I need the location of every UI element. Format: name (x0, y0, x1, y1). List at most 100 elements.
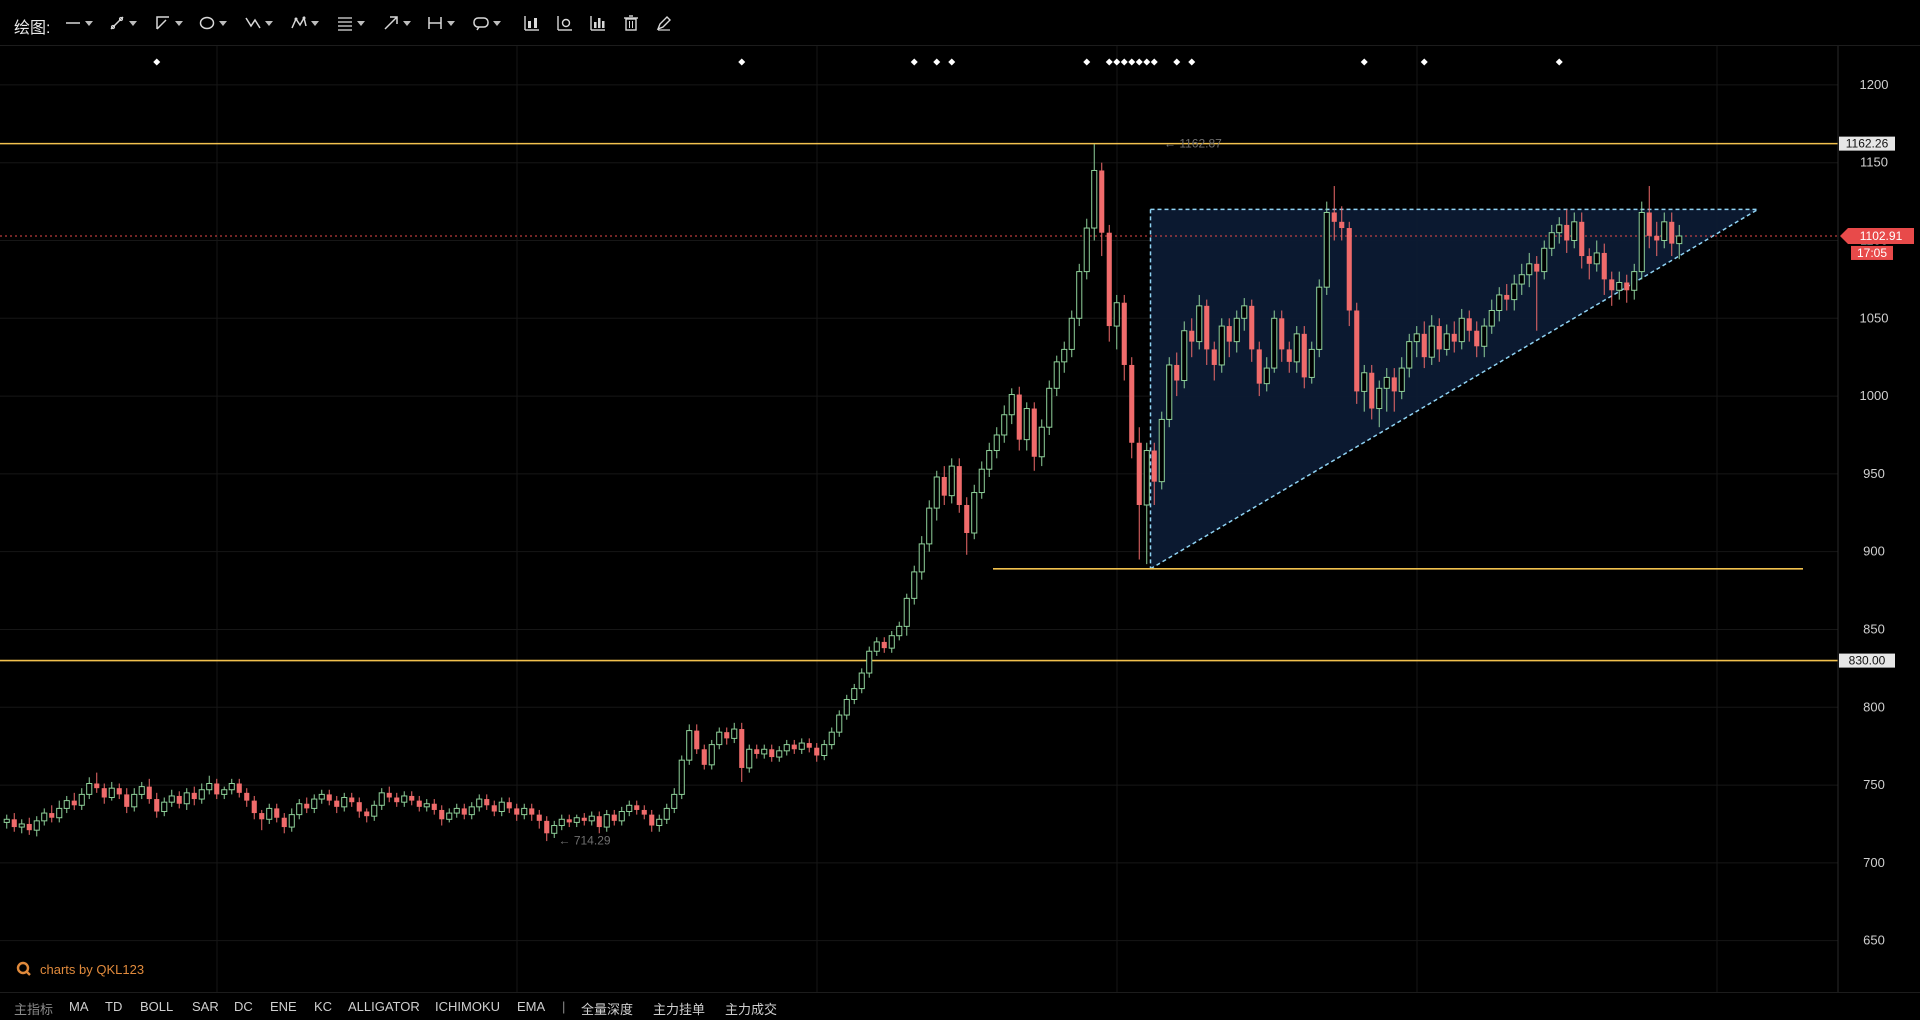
candle-body (116, 788, 122, 795)
indicator-ema[interactable]: EMA (517, 999, 545, 1014)
candle-body (288, 814, 295, 828)
candle-body (108, 787, 115, 799)
chart-settings-icon (557, 16, 572, 31)
full-depth-tab[interactable]: 全量深度 (581, 999, 633, 1018)
main-orders-tab[interactable]: 主力挂单 (653, 999, 705, 1018)
candle-body (311, 798, 318, 809)
candlestick-button[interactable] (523, 10, 541, 36)
candle-body (78, 793, 85, 806)
main-trades-tab[interactable]: 主力成交 (725, 999, 777, 1018)
candle-body (1166, 364, 1173, 420)
measure-tool[interactable] (426, 10, 455, 36)
indicator-alligator[interactable]: ALLIGATOR (348, 999, 420, 1014)
candle-body (791, 744, 797, 750)
price-chart[interactable]: 6507007508008509009501000105011001150120… (0, 46, 1920, 992)
chart-grid (0, 46, 1838, 992)
wave-tool[interactable] (244, 10, 273, 36)
candle-body (138, 786, 145, 795)
indicator-dc[interactable]: DC (234, 999, 253, 1014)
candle-body (1136, 442, 1142, 505)
event-marker (1128, 58, 1136, 66)
indicator-kc[interactable]: KC (314, 999, 332, 1014)
comment-tool[interactable] (472, 10, 501, 36)
candle-body (386, 792, 392, 798)
candle-body (814, 747, 820, 756)
bar-chart-button[interactable] (589, 10, 607, 36)
candle-body (663, 807, 670, 820)
pen-tool[interactable] (108, 10, 137, 36)
candle-body (754, 749, 760, 754)
arrow-tool[interactable] (382, 10, 411, 36)
event-marker (1083, 58, 1091, 66)
event-marker (1360, 58, 1368, 66)
candle-body (918, 543, 925, 573)
candle-body (154, 799, 160, 812)
candle-body (1113, 302, 1120, 327)
candle-body (716, 731, 723, 746)
indicator-boll[interactable]: BOLL (140, 999, 173, 1014)
candle-body (1361, 372, 1368, 392)
candle-body (964, 504, 970, 534)
fibonacci-tool[interactable] (336, 10, 365, 36)
candle-body (281, 817, 287, 828)
candle-body (881, 641, 887, 649)
candle-body (1518, 274, 1525, 285)
chevron-down-icon (403, 20, 411, 26)
indicator-td[interactable]: TD (105, 999, 122, 1014)
event-marker (1143, 58, 1151, 66)
event-markers (153, 58, 1563, 66)
candle-body (821, 744, 828, 757)
line-tool[interactable] (64, 10, 93, 36)
channel-tool[interactable] (154, 10, 183, 36)
fibonacci-tool-icon (338, 17, 352, 31)
candle-body (1196, 305, 1203, 343)
candle-body (423, 803, 430, 808)
candle-body (198, 789, 205, 800)
candle-body (1638, 211, 1645, 273)
low-price-marker: ← 714.29 (559, 834, 611, 848)
price-axis[interactable]: 6507007508008509009501000105011001150120… (1837, 46, 1920, 992)
delete-drawings-button[interactable] (622, 10, 640, 36)
chevron-down-icon (129, 20, 137, 26)
indicator-ichimoku[interactable]: ICHIMOKU (435, 999, 500, 1014)
ellipse-tool[interactable] (198, 10, 227, 36)
chart-settings-button[interactable] (556, 10, 574, 36)
chevron-down-icon (493, 20, 501, 26)
candle-body (1121, 302, 1127, 365)
candle-body (63, 800, 70, 809)
indicator-ma[interactable]: MA (69, 999, 89, 1014)
arrow-tool-icon (384, 16, 398, 30)
candle-body (1669, 221, 1675, 244)
edit-button[interactable] (655, 10, 673, 36)
candle-body (11, 819, 17, 828)
candle-body (131, 793, 138, 808)
candle-body (641, 809, 647, 815)
candle-body (798, 742, 805, 750)
candle-body (926, 507, 933, 545)
pattern-tool[interactable] (290, 10, 319, 36)
candle-body (1151, 450, 1157, 482)
price-axis-background (1838, 46, 1920, 992)
candle-body (1609, 279, 1615, 291)
candle-body (101, 788, 107, 798)
main-indicator-label: 主指标 (14, 1002, 54, 1017)
candle-body (439, 809, 445, 820)
candle-body (416, 800, 422, 807)
candle-body (1339, 221, 1345, 229)
candle-body (274, 808, 280, 818)
candle-body (1428, 325, 1435, 358)
ellipse-tool-icon (199, 16, 215, 30)
event-marker (738, 58, 746, 66)
candle-body (701, 749, 707, 765)
candle-body (1571, 221, 1578, 241)
event-marker (933, 58, 941, 66)
candle-body (978, 468, 985, 494)
candle-body (1458, 317, 1465, 343)
candle-body (851, 688, 858, 700)
indicator-sar[interactable]: SAR (192, 999, 219, 1014)
candle-body (634, 805, 640, 810)
y-tick-label: 950 (1863, 466, 1885, 481)
candle-body (1263, 367, 1270, 385)
ascending-triangle-drawing[interactable] (1149, 208, 1759, 570)
indicator-ene[interactable]: ENE (270, 999, 297, 1014)
